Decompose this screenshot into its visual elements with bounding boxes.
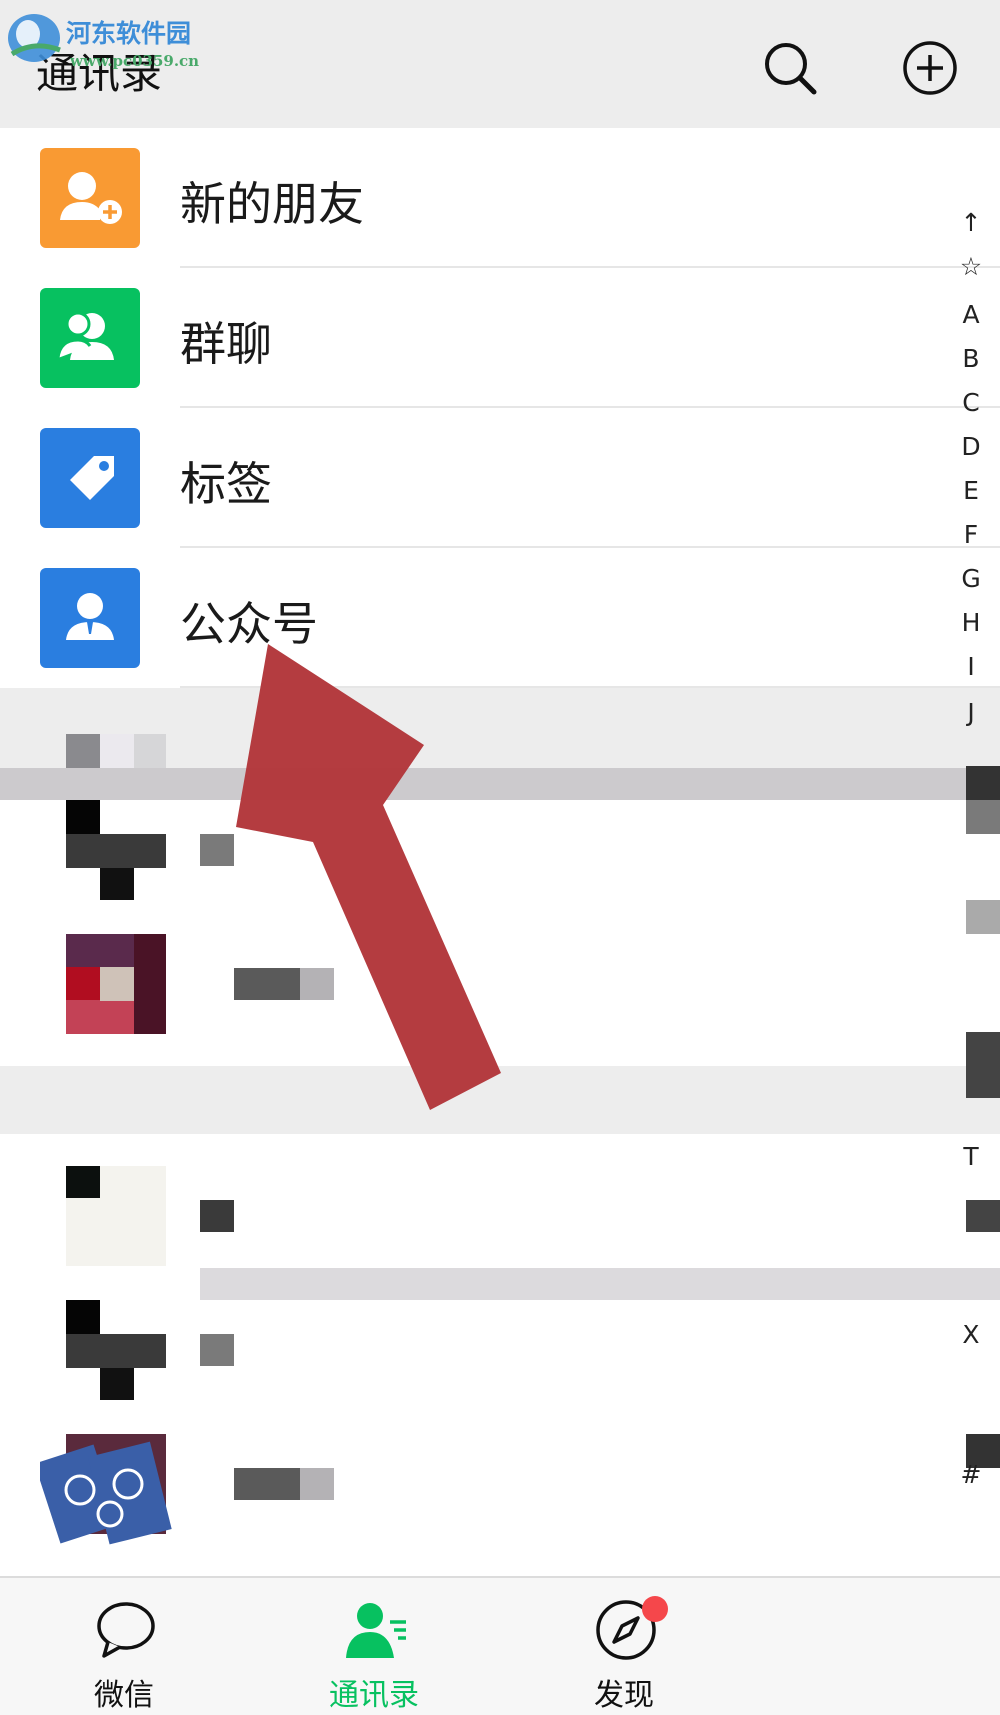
contact-row[interactable]	[0, 800, 1000, 934]
avatar	[66, 1300, 100, 1334]
redacted-band	[0, 768, 1000, 800]
redacted-block	[966, 1200, 1000, 1232]
watermark: 河东软件园 www.pc0359.cn	[4, 8, 214, 70]
redacted-block	[66, 1166, 100, 1198]
index-item[interactable]: X	[950, 1320, 992, 1349]
chat-bubble-icon	[97, 1602, 155, 1658]
redacted-block	[66, 834, 166, 868]
redacted-block	[300, 968, 334, 1000]
menu-item-label: 群聊	[180, 317, 272, 371]
index-item[interactable]: C	[950, 388, 992, 417]
contacts-icon	[346, 1603, 406, 1658]
menu-item-label: 公众号	[180, 597, 318, 651]
menu-item-tags[interactable]: 标签	[0, 408, 1000, 548]
contact-name-redacted	[234, 1468, 300, 1500]
index-item[interactable]: B	[950, 344, 992, 373]
contact-name-redacted	[200, 834, 234, 866]
index-item[interactable]: F	[950, 520, 992, 549]
redacted-block	[66, 1334, 166, 1368]
index-item[interactable]: I	[950, 652, 992, 681]
redacted-block	[300, 1468, 334, 1500]
bottom-tab-bar: 微信 通讯录 发现	[0, 1576, 1000, 1715]
redacted-block	[966, 1032, 1000, 1098]
redacted-block	[966, 766, 1000, 800]
redacted-band	[200, 1268, 1000, 1300]
notification-badge	[642, 1596, 668, 1622]
redacted-block	[100, 967, 134, 1001]
add-button[interactable]	[900, 38, 960, 98]
tab-chats[interactable]: 微信	[24, 1578, 224, 1715]
contact-name-redacted	[234, 968, 300, 1000]
index-item[interactable]: T	[950, 1142, 992, 1171]
section-header-t	[0, 1066, 1000, 1134]
tab-discover[interactable]: 发现	[524, 1578, 724, 1715]
section-header-a	[0, 688, 1000, 768]
index-item[interactable]: ↑	[950, 208, 992, 237]
menu-item-new-friends[interactable]: 新的朋友	[0, 128, 1000, 268]
tab-label: 发现	[594, 1678, 654, 1713]
index-item[interactable]: H	[950, 608, 992, 637]
plus-circle-icon	[903, 41, 957, 95]
watermark-url: www.pc0359.cn	[70, 52, 200, 70]
contact-row[interactable]	[0, 934, 1000, 1066]
menu-item-label: 标签	[180, 457, 272, 511]
redacted-block	[100, 868, 134, 900]
menu-item-official-accounts[interactable]: 公众号	[0, 548, 1000, 688]
index-item[interactable]: E	[950, 476, 992, 505]
contact-row[interactable]	[0, 1134, 1000, 1268]
redacted-block	[66, 734, 100, 768]
menu-item-label: 新的朋友	[180, 177, 364, 231]
tab-contacts[interactable]: 通讯录	[274, 1578, 474, 1715]
tab-label: 微信	[94, 1678, 154, 1713]
avatar	[66, 800, 100, 834]
contact-name-redacted	[200, 1334, 234, 1366]
tab-label: 通讯录	[329, 1678, 419, 1713]
menu-item-group-chats[interactable]: 群聊	[0, 268, 1000, 408]
index-item[interactable]: J	[950, 698, 992, 727]
redacted-block	[100, 734, 134, 768]
redacted-block	[966, 900, 1000, 934]
watermark-name: 河东软件园	[66, 19, 192, 48]
contact-row[interactable]	[0, 1300, 1000, 1434]
add-friend-icon	[40, 148, 140, 248]
group-chat-icon	[40, 288, 140, 388]
tag-icon	[40, 428, 140, 528]
index-item[interactable]: A	[950, 300, 992, 329]
watermark-logo-icon	[8, 14, 61, 62]
search-button[interactable]	[760, 38, 820, 98]
redacted-block	[134, 734, 166, 768]
contact-name-redacted	[200, 1200, 234, 1232]
redacted-block	[100, 1368, 134, 1400]
index-item[interactable]: ☆	[950, 252, 992, 281]
redacted-block	[966, 800, 1000, 834]
official-account-icon	[40, 568, 140, 668]
index-item[interactable]: D	[950, 432, 992, 461]
search-icon	[765, 43, 817, 95]
index-item[interactable]: G	[950, 564, 992, 593]
pattern-card-icon	[40, 1441, 172, 1545]
index-item[interactable]: #	[950, 1460, 992, 1489]
redacted-block	[134, 934, 166, 1034]
contact-row[interactable]	[0, 1434, 1000, 1576]
